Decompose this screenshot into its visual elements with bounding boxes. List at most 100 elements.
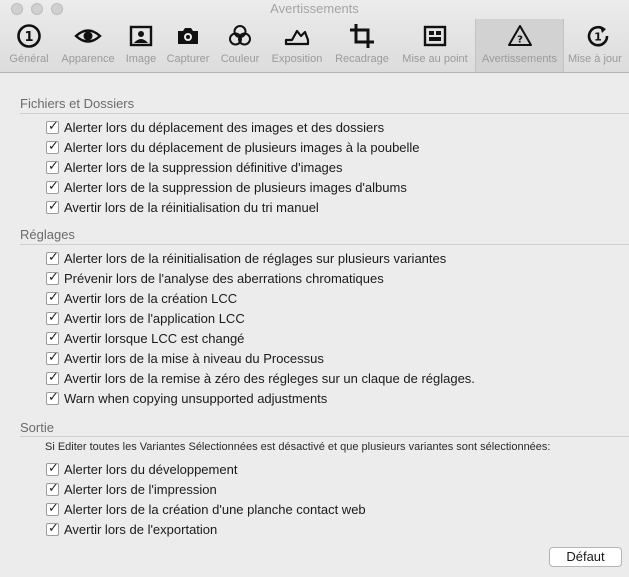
section-divider — [20, 436, 629, 437]
image-icon — [127, 22, 155, 50]
option-row[interactable]: ✓ Avertir lors de la réinitialisation du … — [46, 198, 319, 216]
crop-icon — [348, 22, 376, 50]
checkbox[interactable]: ✓ — [46, 329, 59, 345]
tab-general[interactable]: 1 Général — [3, 19, 55, 72]
option-row[interactable]: ✓ Warn when copying unsupported adjustmen… — [46, 389, 327, 407]
option-label: Alerter lors du déplacement de plusieurs… — [64, 139, 420, 155]
checkbox[interactable]: ✓ — [46, 369, 59, 385]
color-circles-icon — [226, 22, 254, 50]
checkbox[interactable]: ✓ — [46, 389, 59, 405]
window-title: Avertissements — [270, 1, 359, 16]
update-icon: 1 — [584, 22, 612, 50]
tab-label: Couleur — [220, 53, 260, 65]
tab-recadrage[interactable]: Recadrage — [330, 19, 394, 72]
checkmark-icon: ✓ — [48, 460, 59, 476]
tab-exposition[interactable]: Exposition — [267, 19, 327, 72]
checkmark-icon: ✓ — [48, 118, 59, 134]
focus-icon — [421, 22, 449, 50]
option-label: Alerter lors de l'impression — [64, 481, 217, 497]
option-label: Warn when copying unsupported adjustment… — [64, 390, 328, 406]
option-row[interactable]: ✓ Prévenir lors de l'analyse des aberrati… — [46, 269, 384, 287]
option-label: Avertir lors de la création LCC — [64, 290, 238, 306]
checkmark-icon: ✓ — [48, 178, 59, 194]
option-row[interactable]: ✓ Avertir lors de la création LCC — [46, 289, 237, 307]
tab-label: Mise à jour — [568, 53, 622, 65]
checkbox[interactable]: ✓ — [46, 460, 59, 476]
checkbox[interactable]: ✓ — [46, 249, 59, 265]
checkmark-icon: ✓ — [48, 249, 59, 265]
option-label: Avertir lorsque LCC est changé — [64, 330, 245, 346]
option-row[interactable]: ✓ Avertir lors de la remise à zéro des ré… — [46, 369, 475, 387]
section-title-output: Sortie — [20, 420, 54, 435]
camera-icon — [174, 22, 202, 50]
option-label: Alerter lors de la suppression de plusie… — [64, 179, 407, 195]
checkbox[interactable]: ✓ — [46, 159, 59, 174]
checkmark-icon: ✓ — [48, 329, 59, 345]
option-row[interactable]: ✓ Alerter lors du déplacement de plusieur… — [46, 138, 420, 156]
tab-mise-a-jour[interactable]: 1 Mise à jour — [566, 19, 629, 72]
tab-apparence[interactable]: Apparence — [57, 19, 119, 72]
output-note: Si Editer toutes les Variantes Sélection… — [45, 441, 551, 453]
checkbox[interactable]: ✓ — [46, 198, 59, 214]
checkbox[interactable]: ✓ — [46, 118, 59, 134]
option-label: Avertir lors de la mise à niveau du Proc… — [64, 350, 324, 366]
option-label: Avertir lors de la réinitialisation du t… — [64, 199, 319, 215]
option-row[interactable]: ✓ Alerter lors de la suppression de plusi… — [46, 178, 407, 196]
option-label: Avertir lors de la remise à zéro des rég… — [64, 370, 475, 386]
checkmark-icon: ✓ — [48, 198, 59, 214]
tab-mise-au-point[interactable]: Mise au point — [397, 19, 473, 72]
svg-text:1: 1 — [24, 30, 33, 45]
checkmark-icon: ✓ — [48, 289, 59, 305]
tab-label: Recadrage — [335, 53, 389, 65]
preferences-toolbar: 1 Général Apparence Image Capturer Coule… — [0, 19, 629, 72]
checkbox[interactable]: ✓ — [46, 349, 59, 365]
warning-icon: ? — [506, 22, 534, 50]
checkbox[interactable]: ✓ — [46, 309, 59, 325]
tab-avertissements[interactable]: ? Avertissements — [475, 19, 564, 72]
option-label: Prévenir lors de l'analyse des aberratio… — [64, 270, 384, 286]
option-row[interactable]: ✓ Alerter lors du déplacement des images … — [46, 118, 384, 136]
checkbox[interactable]: ✓ — [46, 289, 59, 305]
checkmark-icon: ✓ — [48, 138, 59, 154]
checkmark-icon: ✓ — [48, 369, 59, 385]
checkmark-icon: ✓ — [48, 389, 59, 405]
checkbox[interactable]: ✓ — [46, 521, 59, 536]
option-row[interactable]: ✓ Alerter lors du développement — [46, 460, 237, 478]
section-divider — [20, 244, 629, 245]
checkmark-icon: ✓ — [48, 480, 59, 496]
section-title-files: Fichiers et Dossiers — [20, 96, 135, 111]
checkbox[interactable]: ✓ — [46, 178, 59, 194]
option-label: Alerter lors de la suppression définitiv… — [64, 159, 343, 175]
section-divider — [20, 113, 629, 114]
checkbox[interactable]: ✓ — [46, 480, 59, 496]
option-row[interactable]: ✓ Avertir lors de la mise à niveau du Pro… — [46, 349, 324, 367]
option-row[interactable]: ✓ Alerter lors de la suppression définiti… — [46, 158, 343, 176]
default-button[interactable]: Défaut — [549, 547, 622, 567]
tab-label: Image — [125, 53, 157, 65]
option-row[interactable]: ✓ Avertir lors de l'exportation — [46, 520, 217, 538]
option-row[interactable]: ✓ Alerter lors de la création d'une planc… — [46, 500, 366, 518]
tab-couleur[interactable]: Couleur — [217, 19, 263, 72]
svg-text:?: ? — [517, 35, 523, 46]
checkmark-icon: ✓ — [48, 269, 59, 285]
option-label: Alerter lors de la création d'une planch… — [64, 501, 366, 517]
svg-text:1: 1 — [594, 31, 602, 44]
checkmark-icon: ✓ — [48, 500, 59, 516]
option-row[interactable]: ✓ Alerter lors de l'impression — [46, 480, 217, 498]
checkbox[interactable]: ✓ — [46, 138, 59, 154]
tab-label: Mise au point — [402, 53, 468, 65]
tab-image[interactable]: Image — [122, 19, 160, 72]
checkmark-icon: ✓ — [48, 349, 59, 365]
option-row[interactable]: ✓ Avertir lors de l'application LCC — [46, 309, 245, 327]
tab-capturer[interactable]: Capturer — [163, 19, 213, 72]
option-row[interactable]: ✓ Alerter lors de la réinitialisation de … — [46, 249, 446, 267]
checkbox[interactable]: ✓ — [46, 269, 59, 285]
window-chrome: Avertissements 1 Général Apparence Image — [0, 0, 629, 73]
checkbox[interactable]: ✓ — [46, 500, 59, 516]
option-row[interactable]: ✓ Avertir lorsque LCC est changé — [46, 329, 244, 347]
checkmark-icon: ✓ — [48, 309, 59, 325]
tab-label: Général — [9, 53, 49, 65]
tab-label: Apparence — [61, 53, 115, 65]
option-label: Alerter lors de la réinitialisation de r… — [64, 250, 447, 266]
option-label: Alerter lors du développement — [64, 461, 238, 477]
